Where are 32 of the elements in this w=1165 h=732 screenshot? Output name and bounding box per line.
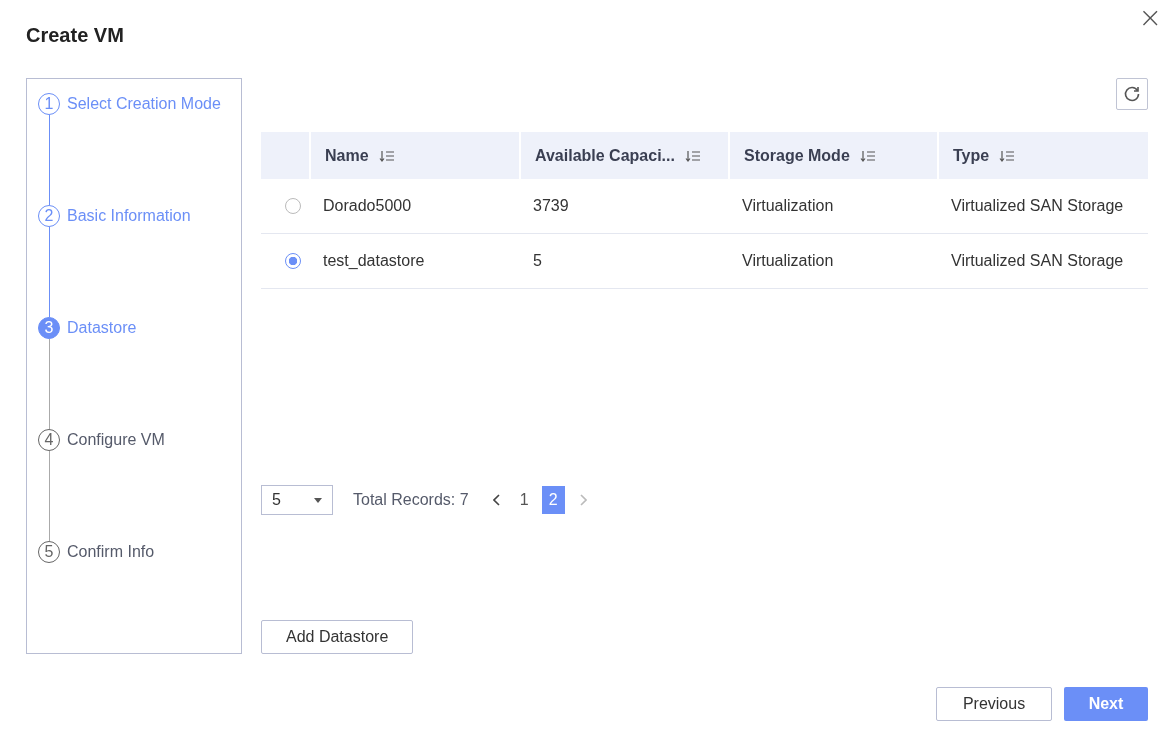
table-cell: 5 (533, 252, 542, 270)
table-cell: Dorado5000 (323, 197, 412, 215)
sort-icon (684, 149, 701, 162)
close-button[interactable]: × (1138, 4, 1162, 32)
total-records: Total Records: 7 (353, 491, 469, 509)
sort-icon (859, 149, 876, 162)
previous-button[interactable]: Previous (936, 687, 1052, 721)
step-number: 3 (38, 317, 60, 339)
caret-icon (314, 497, 322, 503)
step-label[interactable]: Configure VM (67, 429, 165, 541)
page-size-dropdown[interactable]: 5 (261, 485, 333, 515)
sort-icon (378, 149, 395, 162)
sort-icon (999, 149, 1016, 162)
chevron-right-icon (578, 494, 587, 506)
refresh-icon (1123, 85, 1141, 103)
radio-button[interactable] (285, 253, 301, 269)
table-cell: test_datastore (323, 252, 425, 270)
table-cell: Virtualized SAN Storage (951, 197, 1124, 215)
dialog-title: Create VM (26, 24, 124, 47)
step-label[interactable]: Confirm Info (67, 541, 155, 653)
add-datastore-button[interactable]: Add Datastore (261, 620, 414, 654)
table-cell: Virtualized SAN Storage (951, 252, 1124, 270)
table-cell: Virtualization (742, 252, 834, 270)
chevron-left-icon (492, 494, 501, 506)
table-cell: Virtualization (742, 197, 834, 215)
refresh-button[interactable] (1116, 78, 1148, 110)
column-header[interactable]: Name (325, 146, 369, 165)
page-button[interactable]: 1 (512, 486, 536, 514)
column-header[interactable]: Available Capaci... (535, 146, 675, 165)
column-header[interactable]: Storage Mode (744, 146, 850, 165)
table-cell: 3739 (533, 197, 569, 215)
column-header[interactable]: Type (953, 146, 990, 165)
